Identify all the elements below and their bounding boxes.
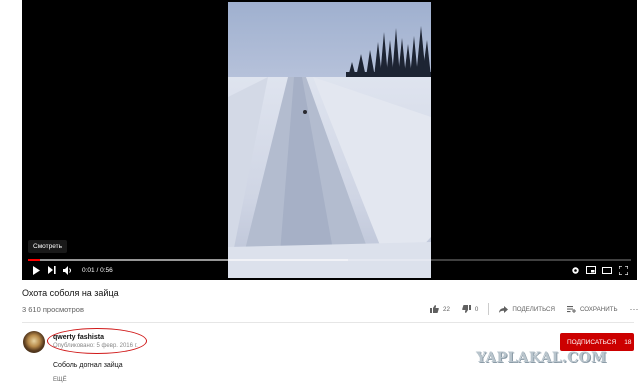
video-description: Соболь догнал зайца [53,362,123,369]
video-player[interactable]: Смотреть 0:01 / 0:56 [22,0,637,280]
more-icon: ··· [629,304,639,314]
like-button[interactable]: 22 [430,305,450,313]
gear-icon [571,266,579,274]
fullscreen-icon [618,265,628,275]
play-button[interactable] [28,263,44,277]
video-actions: 22 0 ПОДЕЛИТЬСЯ СОХРАНИТЬ ··· [430,303,640,315]
save-label: СОХРАНИТЬ [579,305,618,313]
next-button[interactable] [44,263,60,277]
subscribe-label: ПОДПИСАТЬСЯ [567,338,617,346]
road-graphic [228,77,431,278]
like-count: 22 [443,305,450,313]
settings-button[interactable] [567,263,583,277]
rating-separator [488,303,490,315]
volume-button[interactable] [60,263,76,277]
share-label: ПОДЕЛИТЬСЯ [512,305,555,313]
dislike-button[interactable]: 0 [462,305,478,313]
play-tooltip: Смотреть [28,240,67,253]
share-icon [499,305,509,313]
more-actions-button[interactable]: ··· [630,304,639,314]
dislike-count: 0 [474,305,479,313]
progress-buffered [28,259,348,261]
video-frame[interactable] [228,2,431,278]
player-controls: 0:01 / 0:56 [22,262,637,278]
time-display: 0:01 / 0:56 [82,266,113,274]
share-button[interactable]: ПОДЕЛИТЬСЯ [499,305,555,313]
view-count: 3 610 просмотров [22,305,84,314]
red-annotation-circle [47,328,147,354]
next-icon [48,266,56,274]
miniplayer-icon [586,266,596,274]
page: Смотреть 0:01 / 0:56 Охота соболя на зай… [0,0,640,389]
volume-icon [63,265,71,275]
play-icon [33,265,40,275]
progress-bar[interactable] [28,259,631,261]
show-more-link[interactable]: ЕЩЁ [53,377,67,383]
theater-button[interactable] [599,263,615,277]
playlist-add-icon [566,305,576,313]
theater-icon [602,266,612,274]
miniplayer-button[interactable] [583,263,599,277]
thumbs-up-icon [430,305,439,313]
channel-avatar[interactable] [23,331,45,353]
subscribe-button[interactable]: ПОДПИСАТЬСЯ 18 [560,333,634,351]
progress-played [28,259,41,261]
subscriber-count: 18 [624,338,632,346]
section-divider [22,322,634,323]
video-title: Охота соболя на зайца [22,288,119,298]
save-button[interactable]: СОХРАНИТЬ [566,305,618,313]
fullscreen-button[interactable] [615,263,631,277]
site-watermark: YAPLAKAL.COM [476,350,607,366]
thumbs-down-icon [462,305,471,313]
